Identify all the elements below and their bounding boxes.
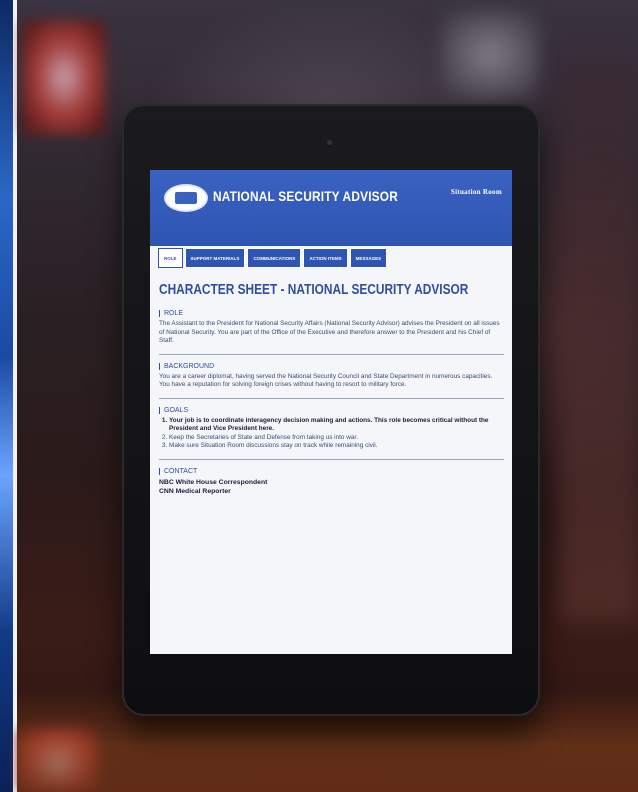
role-heading: ROLE [159, 310, 504, 317]
goal-item: Your job is to coordinate interagency de… [169, 417, 504, 434]
contact-heading: CONTACT [159, 467, 504, 475]
contact-line: CNN Medical Reporter [159, 487, 231, 495]
tab-messages[interactable]: MESSAGES [349, 248, 388, 268]
tab-bar: ROLE SUPPORT MATERIALS COMMUNICATIONS AC… [158, 248, 388, 268]
brand-logo: Situation Room [450, 188, 502, 196]
tab-support-materials[interactable]: SUPPORT MATERIALS [184, 248, 246, 268]
character-sheet: CHARACTER SHEET - NATIONAL SECURITY ADVI… [159, 282, 504, 512]
background-text: You are a career diplomat, having served… [159, 372, 493, 389]
role-text: The Assistant to the President for Natio… [159, 320, 500, 345]
page-title: CHARACTER SHEET - NATIONAL SECURITY ADVI… [159, 282, 469, 298]
blurred-light [440, 10, 540, 100]
goals-heading: GOALS [159, 406, 504, 414]
contact-line: NBC White House Correspondent [159, 478, 268, 486]
tablet-screen: NATIONAL SECURITY ADVISOR Situation Room… [150, 170, 512, 654]
goals-section: GOALS Your job is to coordinate interage… [159, 406, 504, 460]
camera-icon [327, 140, 332, 145]
contact-section: CONTACT NBC White House Correspondent CN… [159, 467, 504, 504]
role-section: ROLE The Assistant to the President for … [159, 310, 504, 355]
tab-role[interactable]: ROLE [158, 248, 183, 268]
image-divider [13, 0, 17, 792]
tab-action-items[interactable]: ACTION ITEMS [303, 248, 348, 268]
tab-communications[interactable]: COMMUNICATIONS [247, 248, 302, 268]
left-edge-image [0, 0, 13, 792]
blurred-monitor-top [22, 20, 106, 135]
blurred-chair [560, 60, 638, 620]
goals-list: Your job is to coordinate interagency de… [159, 417, 504, 451]
background-heading: BACKGROUND [159, 362, 504, 370]
app-header: NATIONAL SECURITY ADVISOR Situation Room [150, 170, 512, 246]
white-house-seal-icon [164, 184, 208, 212]
app-title: NATIONAL SECURITY ADVISOR [213, 188, 398, 204]
background-section: BACKGROUND You are a career diplomat, ha… [159, 362, 504, 399]
goal-item: Make sure Situation Room discussions sta… [169, 442, 504, 450]
goal-item: Keep the Secretaries of State and Defens… [169, 434, 504, 442]
